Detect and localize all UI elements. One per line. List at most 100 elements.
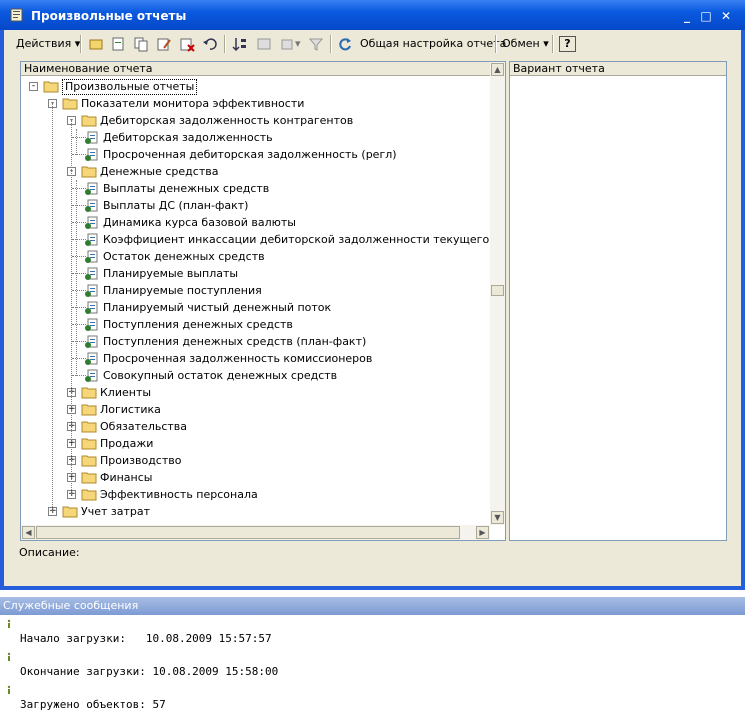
tree-item-label: Учет затрат — [81, 505, 151, 518]
report-icon — [85, 267, 98, 280]
tree-item-label: Поступления денежных средств (план-факт) — [103, 335, 367, 348]
tree-report-row[interactable]: Выплаты ДС (план-факт) — [21, 197, 490, 214]
message-line: Начало загрузки: 10.08.2009 15:57:57 — [20, 632, 272, 645]
variant-column-header[interactable]: Вариант отчета — [510, 62, 726, 76]
toolbar-separator — [495, 35, 497, 53]
tree-group-row[interactable]: + Производство — [21, 452, 490, 469]
report-icon — [85, 284, 98, 297]
tree-group-row[interactable]: + Финансы — [21, 469, 490, 486]
scroll-up-icon[interactable]: ▲ — [491, 63, 504, 76]
tree-item-label: Динамика курса базовой валюты — [103, 216, 296, 229]
tree-report-row[interactable]: Поступления денежных средств (план-факт) — [21, 333, 490, 350]
tree-item-label: Поступления денежных средств — [103, 318, 293, 331]
tree-column-header[interactable]: Наименование отчета — [21, 62, 490, 76]
report-tree[interactable]: Наименование отчета - Произвольные отчеты… — [20, 61, 506, 541]
report-icon — [85, 250, 98, 263]
minimize-icon[interactable]: _ — [679, 8, 695, 24]
tree-report-row[interactable]: Дебиторская задолженность — [21, 129, 490, 146]
tree-group-row[interactable]: + Эффективность персонала — [21, 486, 490, 503]
options-dropdown-icon[interactable]: ▾ — [295, 35, 301, 53]
level-icon[interactable] — [256, 36, 272, 52]
scroll-thumb[interactable] — [491, 285, 504, 296]
tree-group-row[interactable]: - Дебиторская задолженность контрагентов — [21, 112, 490, 129]
edit-icon[interactable] — [156, 36, 172, 52]
report-window: Произвольные отчеты _ □ ✕ Действия ▾ ▾ О… — [0, 0, 745, 590]
report-icon — [85, 148, 98, 161]
tree-item-label: Логистика — [100, 403, 161, 416]
folder-icon — [81, 166, 97, 178]
add-group-icon[interactable] — [88, 36, 104, 52]
tree-item-label: Показатели монитора эффективности — [81, 97, 305, 110]
tree-report-row[interactable]: Совокупный остаток денежных средств — [21, 367, 490, 384]
toolbar-separator — [552, 35, 554, 53]
close-icon[interactable]: ✕ — [718, 8, 734, 24]
options-icon[interactable] — [280, 36, 296, 52]
folder-icon — [81, 387, 97, 399]
tree-report-row[interactable]: Поступления денежных средств — [21, 316, 490, 333]
scroll-down-icon[interactable]: ▼ — [491, 511, 504, 524]
report-icon — [85, 233, 98, 246]
report-icon — [85, 216, 98, 229]
add-report-icon[interactable] — [110, 36, 126, 52]
tree-group-row[interactable]: - Произвольные отчеты — [21, 78, 490, 95]
tree-guide-line — [76, 129, 77, 155]
tree-item-label: Дебиторская задолженность — [103, 131, 273, 144]
maximize-icon[interactable]: □ — [698, 8, 714, 24]
tree-item-label: Обязательства — [100, 420, 188, 433]
folder-icon — [81, 404, 97, 416]
exchange-menu-button[interactable]: Обмен ▾ — [502, 35, 549, 53]
window-title: Произвольные отчеты — [31, 9, 187, 23]
general-report-settings-button[interactable]: Общая настройка отчета — [360, 35, 506, 53]
tree-report-row[interactable]: Планируемые поступления — [21, 282, 490, 299]
tree-item-label: Планируемые выплаты — [103, 267, 239, 280]
report-variant-panel[interactable]: Вариант отчета — [509, 61, 727, 541]
toolbar-separator — [224, 35, 226, 53]
tree-report-row[interactable]: Динамика курса базовой валюты — [21, 214, 490, 231]
tree-item-label: Остаток денежных средств — [103, 250, 265, 263]
toolbar: Действия ▾ ▾ Общая настройка отчета Обме… — [10, 33, 730, 55]
tree-report-row[interactable]: Планируемые выплаты — [21, 265, 490, 282]
folder-icon — [62, 506, 78, 518]
horizontal-scroll-thumb[interactable] — [36, 526, 460, 539]
tree-item-label: Просроченная задолженность комиссионеров — [103, 352, 373, 365]
tree-item-label: Денежные средства — [100, 165, 219, 178]
report-icon — [85, 131, 98, 144]
sort-icon[interactable] — [232, 36, 248, 52]
title-bar[interactable]: Произвольные отчеты _ □ ✕ — [0, 0, 745, 30]
folder-icon — [81, 455, 97, 467]
tree-group-row[interactable]: + Клиенты — [21, 384, 490, 401]
filter-off-icon[interactable] — [308, 36, 324, 52]
delete-icon[interactable] — [179, 36, 195, 52]
tree-report-row[interactable]: Планируемый чистый денежный поток — [21, 299, 490, 316]
tree-item-label: Продажи — [100, 437, 154, 450]
tree-group-row[interactable]: + Учет затрат — [21, 503, 490, 520]
refresh-icon[interactable] — [337, 36, 353, 52]
help-button[interactable]: ? — [559, 36, 576, 52]
tree-group-row[interactable]: + Обязательства — [21, 418, 490, 435]
info-icon — [7, 619, 11, 628]
tree-group-row[interactable]: + Логистика — [21, 401, 490, 418]
tree-vertical-scrollbar[interactable]: ▲ ▼ — [490, 62, 505, 525]
tree-item-label: Просроченная дебиторская задолженность (… — [103, 148, 397, 161]
toolbar-separator — [330, 35, 332, 53]
actions-menu-button[interactable]: Действия ▾ — [16, 35, 80, 53]
scroll-right-icon[interactable]: ▶ — [476, 526, 489, 539]
tree-item-label: Финансы — [100, 471, 153, 484]
tree-group-row[interactable]: + Продажи — [21, 435, 490, 452]
tree-report-row[interactable]: Коэффициент инкассации дебиторской задол… — [21, 231, 505, 248]
folder-icon — [81, 472, 97, 484]
collapse-icon[interactable]: - — [29, 82, 38, 91]
undo-icon[interactable] — [202, 36, 218, 52]
tree-group-row[interactable]: - Денежные средства — [21, 163, 490, 180]
tree-horizontal-scrollbar[interactable]: ◀ ▶ — [21, 525, 490, 540]
copy-icon[interactable] — [133, 36, 149, 52]
tree-group-row[interactable]: - Показатели монитора эффективности — [21, 95, 490, 112]
folder-icon — [43, 81, 59, 93]
tree-report-row[interactable]: Просроченная задолженность комиссионеров — [21, 350, 490, 367]
info-icon — [7, 652, 11, 661]
scroll-left-icon[interactable]: ◀ — [22, 526, 35, 539]
tree-report-row[interactable]: Выплаты денежных средств — [21, 180, 490, 197]
tree-report-row[interactable]: Остаток денежных средств — [21, 248, 490, 265]
tree-report-row[interactable]: Просроченная дебиторская задолженность (… — [21, 146, 490, 163]
description-label: Описание: — [19, 546, 80, 559]
